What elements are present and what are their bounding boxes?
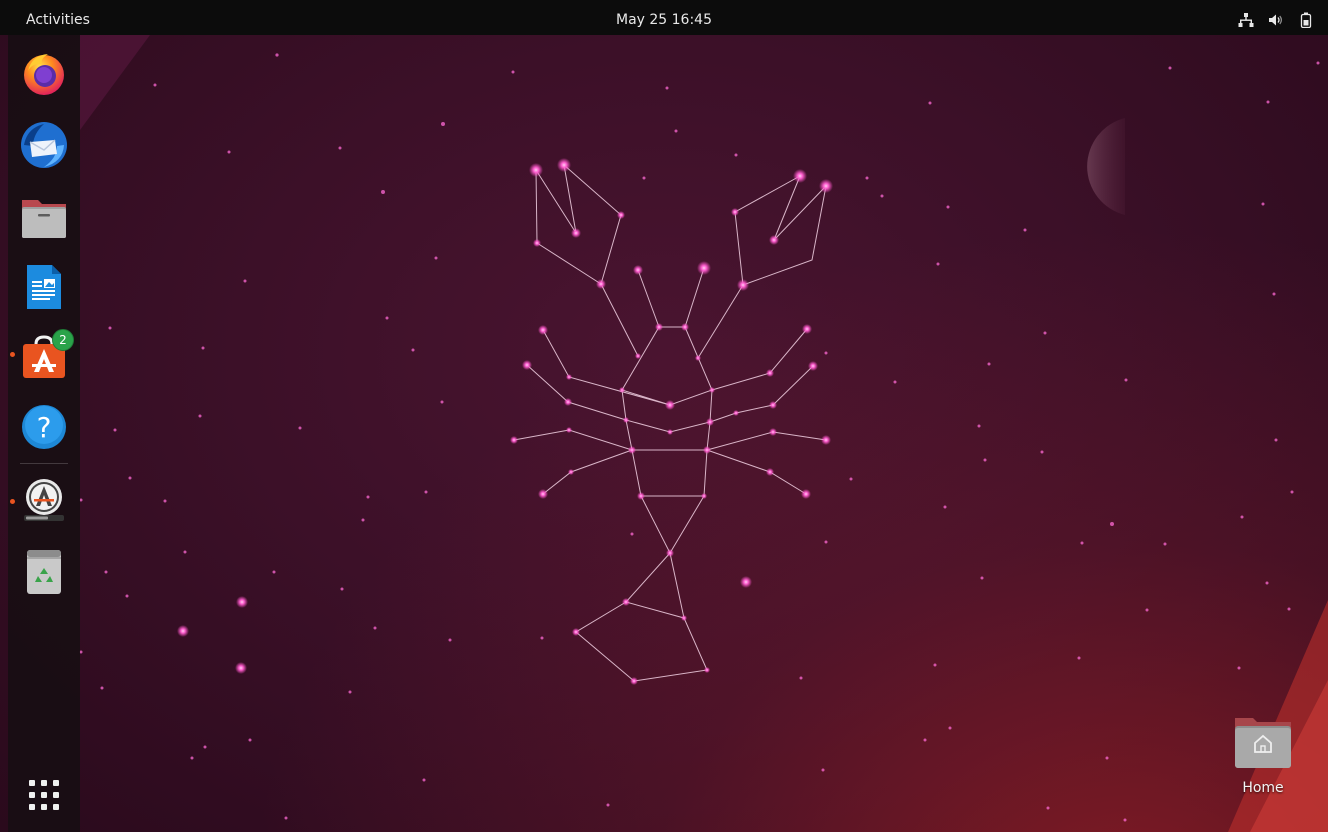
thunderbird-icon xyxy=(21,122,67,168)
system-tray[interactable] xyxy=(1238,8,1314,32)
volume-icon xyxy=(1268,12,1284,28)
dock-item-software-updater[interactable] xyxy=(18,475,70,527)
dock-item-firefox[interactable] xyxy=(18,47,70,99)
network-icon xyxy=(1238,12,1254,28)
dock-item-libreoffice-writer[interactable] xyxy=(18,261,70,313)
clock-area: May 25 16:45 xyxy=(0,0,1328,35)
dock-item-thunderbird[interactable] xyxy=(18,119,70,171)
top-bar: Activities May 25 16:45 xyxy=(0,0,1328,35)
app-grid-icon xyxy=(29,780,59,810)
dock-item-trash[interactable] xyxy=(18,545,70,597)
notification-badge: 2 xyxy=(52,329,74,351)
desktop-home-folder[interactable]: Home xyxy=(1226,712,1300,804)
libreoffice-writer-icon xyxy=(27,265,61,309)
dock-separator xyxy=(20,463,68,464)
running-indicator xyxy=(10,499,15,504)
svg-text:?: ? xyxy=(37,411,52,444)
software-updater-icon xyxy=(24,479,64,521)
dock: 2 ? xyxy=(8,35,80,832)
clock-button[interactable]: May 25 16:45 xyxy=(610,12,718,28)
activities-button[interactable]: Activities xyxy=(14,0,102,35)
lobster-constellation xyxy=(79,35,1328,832)
moon-shape xyxy=(1087,118,1125,215)
battery-icon xyxy=(1298,12,1314,28)
dock-item-help[interactable]: ? xyxy=(18,401,70,453)
desktop-screen: Activities May 25 16:45 2 ? Home xyxy=(0,0,1328,832)
help-icon: ? xyxy=(22,405,66,449)
firefox-icon xyxy=(24,54,64,95)
dock-item-files[interactable] xyxy=(18,191,70,243)
show-applications-button[interactable] xyxy=(18,769,70,821)
running-indicator xyxy=(10,352,15,357)
desktop-home-label: Home xyxy=(1242,780,1284,796)
files-icon xyxy=(22,200,66,238)
wallpaper xyxy=(0,35,1328,832)
home-folder-icon xyxy=(1235,718,1291,768)
trash-icon xyxy=(27,550,61,594)
